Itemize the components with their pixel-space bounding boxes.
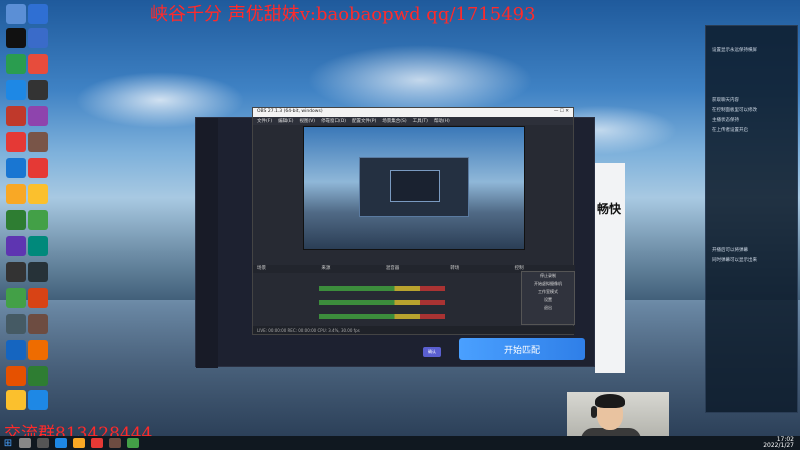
side-chat-panel: 设置显示永远保持横屏 获取聊天内容 在控制面板里可以修改 主播状态保持 在上传者…: [705, 25, 798, 413]
confirm-button[interactable]: 确认: [423, 347, 441, 357]
promo-banner: [595, 163, 625, 373]
folder-icon[interactable]: [73, 438, 85, 448]
app-icon[interactable]: [28, 184, 48, 204]
dock-mixer: 混音器: [385, 266, 400, 271]
search-icon[interactable]: [19, 438, 31, 448]
app-icon[interactable]: [28, 4, 48, 24]
menu-item[interactable]: 开始虚拟摄像机: [522, 280, 574, 288]
streamer-hair: [595, 394, 625, 408]
app-icon[interactable]: [6, 132, 26, 152]
app-icon[interactable]: [6, 158, 26, 178]
app-icon[interactable]: [6, 314, 26, 334]
side-line: 设置显示永远保持横屏: [712, 48, 757, 53]
menu-view[interactable]: 视图(V): [299, 118, 315, 124]
start-match-button[interactable]: 开始匹配: [459, 338, 585, 360]
app-icon[interactable]: [28, 366, 48, 386]
launcher-sidebar: [196, 118, 218, 368]
menu-item[interactable]: 工作室模式: [522, 288, 574, 296]
app-icon[interactable]: [28, 80, 48, 100]
app-icon[interactable]: [6, 236, 26, 256]
clock-date: 2022/1/27: [763, 442, 794, 449]
taskbar: ⊞ 17:02 2022/1/27: [0, 436, 800, 450]
task-view-icon[interactable]: [37, 438, 49, 448]
menu-scene-collection[interactable]: 场景集合(S): [382, 118, 406, 124]
app-icon[interactable]: [28, 288, 48, 308]
browser-icon[interactable]: [55, 438, 67, 448]
app-icon[interactable]: [28, 28, 48, 48]
audio-meter[interactable]: [319, 314, 445, 319]
banner-text: 畅快: [597, 202, 622, 216]
app-icon[interactable]: [6, 184, 26, 204]
dock-sources: 来源: [321, 266, 331, 271]
menu-tools[interactable]: 工具(T): [413, 118, 428, 124]
controls-menu: 停止录制 开始虚拟摄像机 工作室模式 设置 退出: [521, 271, 575, 325]
menu-docks[interactable]: 停靠窗口(D): [321, 118, 346, 124]
app-icon[interactable]: [28, 158, 48, 178]
side-line: 主播状态保持: [712, 118, 739, 123]
menu-item[interactable]: 退出: [522, 304, 574, 312]
app-icon[interactable]: [6, 340, 26, 360]
nested-preview: [359, 157, 469, 217]
app-icon[interactable]: [28, 262, 48, 282]
app-icon[interactable]: [6, 106, 26, 126]
menu-profile[interactable]: 配置文件(P): [352, 118, 376, 124]
side-line: 在上传者设置开启: [712, 128, 748, 133]
menu-item[interactable]: 停止录制: [522, 272, 574, 280]
app-icon[interactable]: [91, 438, 103, 448]
menu-help[interactable]: 帮助(H): [434, 118, 450, 124]
headset-icon: [591, 406, 597, 418]
menu-file[interactable]: 文件(F): [257, 118, 272, 124]
window-controls[interactable]: — ☐ ✕: [554, 109, 569, 116]
app-icon[interactable]: [127, 438, 139, 448]
menu-item[interactable]: 设置: [522, 296, 574, 304]
side-line: 获取聊天内容: [712, 98, 739, 103]
app-icon[interactable]: [28, 132, 48, 152]
app-icon[interactable]: [28, 390, 48, 410]
app-icon[interactable]: [6, 210, 26, 230]
side-line: 同时弹幕可以显示出来: [712, 258, 757, 263]
audio-meter[interactable]: [319, 300, 445, 305]
nested-preview-inner: [390, 170, 440, 202]
obs-titlebar: OBS 27.1.3 (64-bit, windows) — ☐ ✕: [253, 108, 573, 117]
clock[interactable]: 17:02 2022/1/27: [763, 437, 794, 449]
watermark-top: 峡谷千分 声优甜妹v:baobaopwd qq/1715493: [150, 4, 536, 25]
obs-icon[interactable]: [109, 438, 121, 448]
recycle-bin-icon[interactable]: [6, 4, 26, 24]
obs-window: OBS 27.1.3 (64-bit, windows) — ☐ ✕ 文件(F)…: [252, 107, 575, 335]
app-icon[interactable]: [28, 210, 48, 230]
obs-title: OBS 27.1.3 (64-bit, windows): [257, 109, 323, 114]
dock-scenes: 场景: [257, 266, 266, 271]
windows-start-icon[interactable]: ⊞: [0, 436, 16, 450]
app-icon[interactable]: [6, 54, 26, 74]
app-icon[interactable]: [28, 54, 48, 74]
obs-preview[interactable]: [303, 126, 525, 250]
app-icon[interactable]: [28, 340, 48, 360]
qq-icon[interactable]: [6, 28, 26, 48]
app-icon[interactable]: [6, 366, 26, 386]
app-icon[interactable]: [28, 106, 48, 126]
side-line: 在控制面板里可以修改: [712, 108, 757, 113]
app-icon[interactable]: [6, 288, 26, 308]
app-icon[interactable]: [6, 262, 26, 282]
audio-meter[interactable]: [319, 286, 445, 291]
obs-menubar: 文件(F) 编辑(E) 视图(V) 停靠窗口(D) 配置文件(P) 场景集合(S…: [253, 117, 573, 125]
app-icon[interactable]: [28, 236, 48, 256]
menu-edit[interactable]: 编辑(E): [278, 118, 293, 124]
obs-statusbar: LIVE: 00:00:00 REC: 00:00:00 CPU: 3.4%, …: [253, 326, 575, 334]
app-icon[interactable]: [6, 80, 26, 100]
dock-transitions: 转场: [450, 266, 460, 271]
app-icon[interactable]: [6, 390, 26, 410]
app-icon[interactable]: [28, 314, 48, 334]
side-line: 开播后可以将弹幕: [712, 248, 748, 253]
